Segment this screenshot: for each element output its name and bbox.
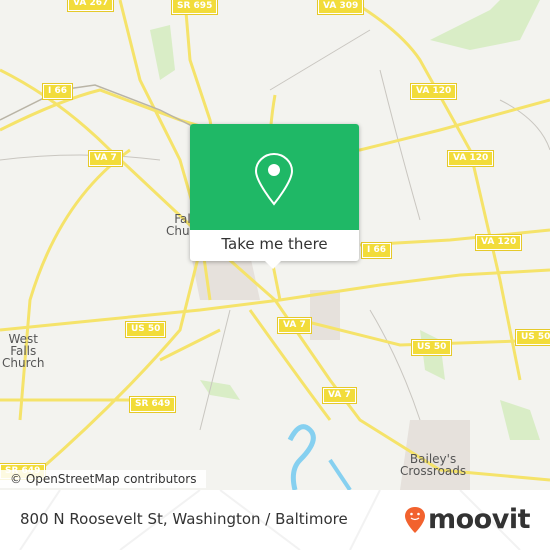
address-text: 800 N Roosevelt St, Washington / Baltimo…	[20, 510, 348, 528]
route-shield: US 50	[514, 329, 550, 346]
route-shield: VA 309	[316, 0, 365, 15]
route-shield: VA 7	[322, 387, 357, 404]
route-shield: SR 649	[128, 396, 177, 413]
moovit-pin-icon	[405, 506, 425, 533]
place-west-falls-church: West Falls Church	[2, 332, 45, 370]
moovit-logo: moovit	[404, 504, 531, 535]
route-shield: VA 267	[66, 0, 115, 12]
map-pin-icon	[254, 152, 294, 206]
route-shield: VA 120	[474, 234, 523, 251]
footer: 800 N Roosevelt St, Washington / Baltimo…	[0, 490, 550, 550]
route-shield: SR 695	[170, 0, 219, 15]
place-baileys-crossroads: Bailey's Crossroads	[400, 452, 467, 478]
map-attribution[interactable]: © OpenStreetMap contributors	[0, 470, 207, 488]
take-me-there-button[interactable]: Take me there	[190, 230, 359, 261]
route-shield: US 50	[124, 321, 167, 338]
brand-name: moovit	[428, 504, 531, 535]
popup-pointer	[265, 261, 281, 269]
route-shield: I 66	[41, 83, 74, 100]
route-shield: VA 120	[409, 83, 458, 100]
route-shield: VA 7	[88, 150, 123, 167]
map[interactable]: VA 267 SR 695 VA 309 I 66 VA 120 VA 7 VA…	[0, 0, 550, 490]
route-shield: I 66	[360, 242, 393, 259]
route-shield: VA 120	[446, 150, 495, 167]
location-popup: Take me there	[190, 124, 359, 269]
popup-header	[190, 124, 359, 230]
route-shield: VA 7	[277, 317, 312, 334]
route-shield: US 50	[410, 339, 453, 356]
